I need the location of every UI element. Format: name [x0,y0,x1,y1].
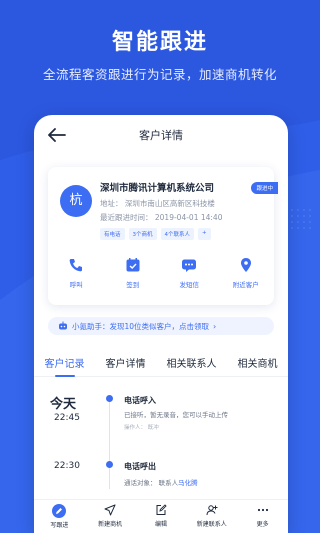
checkin-icon [126,258,140,272]
tag-opportunities[interactable]: 3个商机 [128,228,157,240]
record-operator: 操作人： 既冲 [124,425,159,431]
location-icon [240,258,251,272]
tab-bar: 客户记录 客户详情 相关联系人 相关商机 [34,355,288,377]
contact-link[interactable]: 马化腾 [178,479,198,487]
day-label: 今天 [50,397,77,412]
phone-icon [69,259,83,272]
status-badge: 跟进中 [251,182,278,194]
tab-related-contacts[interactable]: 相关联系人 [167,355,217,376]
call-button[interactable]: 呼叫 [54,257,98,289]
bottom-toolbar: 写跟进 新建商机 编辑 新建联系人 更多 [34,499,288,533]
edit-label: 编辑 [154,521,167,528]
last-follow-text: 最近跟进时间： 2019-04-01 14:40 [100,213,223,222]
edit-icon [156,504,167,515]
record-desc-prefix: 通话对象： 联系人 [124,479,179,487]
nearby-customers-button[interactable]: 附近客户 [224,257,268,289]
record-title[interactable]: 电话呼入 [124,395,156,406]
checkin-label: 签到 [126,281,140,289]
tag-contacts[interactable]: 4个联系人 [160,228,195,240]
tag-add[interactable]: + [198,228,211,240]
record-title[interactable]: 电话呼出 [124,461,156,472]
record-desc: 已接听，暂无录音，您可以手动上传 [124,411,228,419]
more-label: 更多 [256,521,269,528]
tag-list: 有电话 3个商机 4个联系人 + [100,228,211,240]
phone-screen: 客户详情 杭 深圳市腾讯计算机系统公司 跟进中 地址： 深圳市南山区高新区科技楼… [34,115,288,533]
new-opportunity-button[interactable]: 新建商机 [88,504,132,533]
sms-icon [182,259,197,272]
record-time: 22:30 [54,461,80,471]
nearby-label: 附近客户 [232,281,259,289]
timeline-dot [106,461,113,468]
robot-icon [59,321,67,330]
add-contact-icon [206,505,218,516]
more-button[interactable]: 更多 [241,504,285,533]
write-followup-label: 写跟进 [50,522,69,529]
customer-card: 杭 深圳市腾讯计算机系统公司 跟进中 地址： 深圳市南山区高新区科技楼 最近跟进… [48,167,278,305]
sms-label: 发短信 [179,281,200,289]
sms-button[interactable]: 发短信 [167,257,211,289]
new-opportunity-label: 新建商机 [98,521,123,528]
write-icon [52,504,67,518]
more-icon [257,508,268,512]
avatar: 杭 [60,185,92,217]
timeline-line [109,399,110,489]
tab-customer-records[interactable]: 客户记录 [45,355,85,377]
timeline-dot [106,395,113,402]
new-contact-button[interactable]: 新建联系人 [190,504,234,533]
promo-subtitle: 全流程客资跟进行为记录，加速商机转化 [42,67,277,82]
tag-has-phone[interactable]: 有电话 [100,228,125,240]
tab-related-opportunities[interactable]: 相关商机 [238,355,278,376]
assistant-banner[interactable]: 小氪助手：发现10位类似客户，点击领取 › [48,317,274,335]
call-label: 呼叫 [69,281,83,289]
nav-bar: 客户详情 [34,115,288,155]
promo-title: 智能跟进 [111,30,208,55]
assistant-text: 小氪助手：发现10位类似客户，点击领取 [72,321,210,331]
company-name: 深圳市腾讯计算机系统公司 [100,183,215,194]
quick-actions: 呼叫 签到 发短信 附近客户 [48,257,274,289]
checkin-button[interactable]: 签到 [111,257,155,289]
address-text: 地址： 深圳市南山区高新区科技楼 [100,199,215,208]
new-contact-label: 新建联系人 [196,521,227,528]
record-time: 22:45 [54,413,80,423]
edit-button[interactable]: 编辑 [139,504,183,533]
send-icon [104,504,116,516]
record-desc: 通话对象： 联系人马化腾 [124,477,198,487]
page-title: 客户详情 [139,129,183,142]
tab-customer-details[interactable]: 客户详情 [106,355,146,376]
write-followup-button[interactable]: 写跟进 [37,504,81,533]
chevron-right-icon: › [213,321,217,331]
